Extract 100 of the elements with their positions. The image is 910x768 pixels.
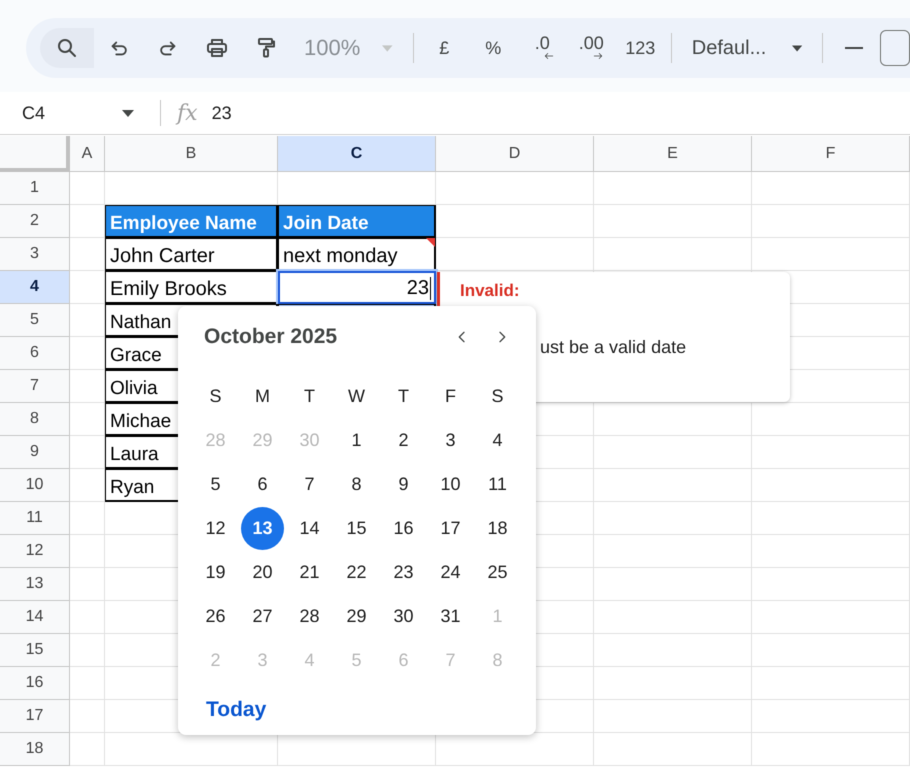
row-header[interactable]: 8 <box>0 403 70 436</box>
calendar-day[interactable]: 13 <box>241 506 284 550</box>
empty-cell[interactable] <box>594 634 752 667</box>
cell-editor[interactable]: 23 <box>278 271 436 304</box>
calendar-day[interactable]: 21 <box>288 550 331 594</box>
empty-cell[interactable] <box>752 205 910 238</box>
column-header[interactable]: F <box>752 136 910 172</box>
empty-cell[interactable] <box>594 667 752 700</box>
empty-cell[interactable] <box>752 667 910 700</box>
empty-cell[interactable] <box>594 535 752 568</box>
empty-cell[interactable] <box>752 733 910 766</box>
row-header[interactable]: 18 <box>0 733 70 766</box>
row-header[interactable]: 7 <box>0 370 70 403</box>
empty-cell[interactable] <box>752 238 910 271</box>
empty-cell[interactable] <box>752 502 910 535</box>
empty-cell[interactable] <box>752 436 910 469</box>
name-box[interactable]: C4 <box>0 96 150 130</box>
row-header[interactable]: 10 <box>0 469 70 502</box>
empty-cell[interactable] <box>594 502 752 535</box>
column-header[interactable]: E <box>594 136 752 172</box>
calendar-day[interactable]: 24 <box>429 550 472 594</box>
minus-icon <box>844 47 863 49</box>
column-header[interactable]: D <box>436 136 594 172</box>
calendar-day[interactable]: 1 <box>335 418 378 462</box>
empty-cell[interactable] <box>594 601 752 634</box>
empty-cell[interactable] <box>594 403 752 436</box>
empty-cell[interactable] <box>594 469 752 502</box>
calendar-day[interactable]: 31 <box>429 594 472 638</box>
calendar-day[interactable]: 20 <box>241 550 284 594</box>
calendar-day[interactable]: 26 <box>194 594 237 638</box>
calendar-day[interactable]: 25 <box>476 550 519 594</box>
row-header[interactable]: 17 <box>0 700 70 733</box>
table-cell: John Carter <box>105 238 278 271</box>
decrease-decimal-button[interactable]: .0 <box>518 28 567 68</box>
today-button[interactable]: Today <box>192 694 280 726</box>
empty-cell[interactable] <box>752 535 910 568</box>
increase-decimal-button[interactable]: .00 <box>566 28 616 68</box>
calendar-day[interactable]: 9 <box>382 462 425 506</box>
empty-cell[interactable] <box>594 172 752 205</box>
row-header[interactable]: 15 <box>0 634 70 667</box>
calendar-day[interactable]: 23 <box>382 550 425 594</box>
row-header[interactable]: 11 <box>0 502 70 535</box>
row-header[interactable]: 5 <box>0 304 70 337</box>
column-header[interactable]: B <box>105 136 278 172</box>
row-header[interactable]: 1 <box>0 172 70 205</box>
row-header[interactable]: 2 <box>0 205 70 238</box>
calendar-day[interactable]: 28 <box>288 594 331 638</box>
calendar-day[interactable]: 18 <box>476 506 519 550</box>
calendar-day[interactable]: 15 <box>335 506 378 550</box>
empty-cell[interactable] <box>594 568 752 601</box>
font-dropdown[interactable]: Defaul... <box>678 28 816 68</box>
empty-cell[interactable] <box>752 172 910 205</box>
row-header[interactable]: 3 <box>0 238 70 271</box>
empty-cell[interactable] <box>436 238 594 271</box>
calendar-day[interactable]: 22 <box>335 550 378 594</box>
row-header[interactable]: 12 <box>0 535 70 568</box>
calendar-day[interactable]: 4 <box>476 418 519 462</box>
column-header[interactable]: C <box>278 136 436 172</box>
row-header[interactable]: 9 <box>0 436 70 469</box>
row-header[interactable]: 4 <box>0 271 70 304</box>
empty-cell[interactable] <box>594 733 752 766</box>
table-cell: next monday <box>278 238 436 271</box>
empty-cell[interactable] <box>752 601 910 634</box>
format-button[interactable]: 123 <box>616 28 665 68</box>
row-header[interactable]: 16 <box>0 667 70 700</box>
search-button[interactable] <box>40 28 94 68</box>
font-size-field[interactable] <box>880 30 910 66</box>
calendar-day[interactable]: 27 <box>241 594 284 638</box>
empty-cell[interactable] <box>752 700 910 733</box>
calendar-day[interactable]: 16 <box>382 506 425 550</box>
format-button[interactable]: % <box>468 28 518 68</box>
calendar-day[interactable]: 8 <box>335 462 378 506</box>
calendar-day[interactable]: 2 <box>382 418 425 462</box>
empty-cell[interactable] <box>594 436 752 469</box>
empty-cell[interactable] <box>752 403 910 436</box>
calendar-day[interactable]: 29 <box>335 594 378 638</box>
empty-cell[interactable] <box>752 469 910 502</box>
calendar-day[interactable]: 30 <box>382 594 425 638</box>
calendar-day[interactable]: 10 <box>429 462 472 506</box>
empty-cell[interactable] <box>752 568 910 601</box>
print-icon <box>204 36 228 60</box>
calendar-day[interactable]: 3 <box>429 418 472 462</box>
select-all-corner[interactable] <box>0 136 70 172</box>
row-header[interactable]: 6 <box>0 337 70 370</box>
empty-cell[interactable] <box>594 205 752 238</box>
calendar-day[interactable]: 19 <box>194 550 237 594</box>
formula-value: 23 <box>212 102 232 124</box>
empty-cell[interactable] <box>594 238 752 271</box>
column-header[interactable]: A <box>70 136 105 172</box>
format-button[interactable]: £ <box>420 28 469 68</box>
calendar-day[interactable]: 14 <box>288 506 331 550</box>
calendar-day[interactable]: 7 <box>288 462 331 506</box>
calendar-day[interactable]: 12 <box>194 506 237 550</box>
calendar-day[interactable]: 11 <box>476 462 519 506</box>
calendar-day[interactable]: 17 <box>429 506 472 550</box>
empty-cell[interactable] <box>594 700 752 733</box>
empty-cell[interactable] <box>436 172 594 205</box>
row-header[interactable]: 14 <box>0 601 70 634</box>
empty-cell[interactable] <box>752 634 910 667</box>
row-header[interactable]: 13 <box>0 568 70 601</box>
